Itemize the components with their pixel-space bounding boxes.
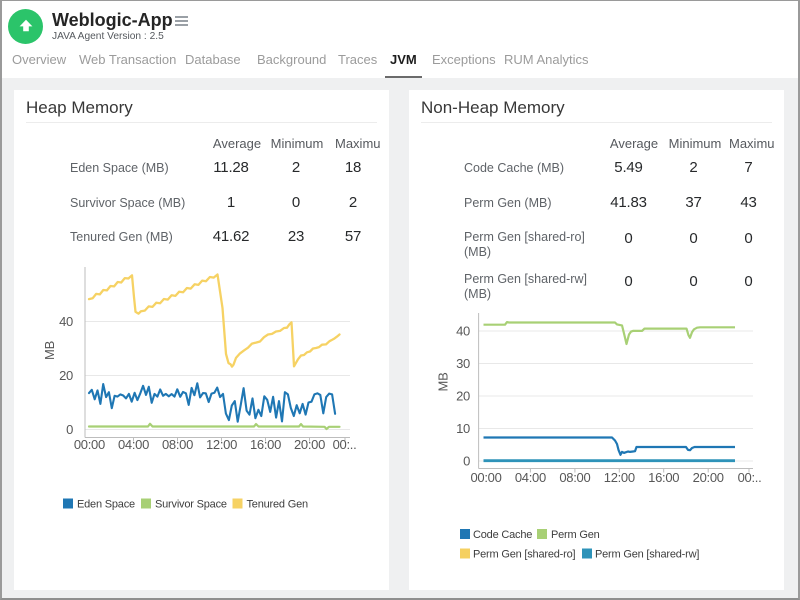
svg-text:Eden Space: Eden Space	[77, 499, 135, 511]
svg-text:04:00: 04:00	[515, 470, 546, 485]
svg-text:MB: MB	[42, 341, 57, 360]
svg-text:Perm Gen: Perm Gen	[551, 529, 600, 541]
svg-text:16:00: 16:00	[648, 470, 679, 485]
svg-text:08:00: 08:00	[559, 470, 590, 485]
svg-text:20: 20	[59, 368, 73, 383]
svg-text:00:..: 00:..	[738, 470, 762, 485]
svg-text:16:00: 16:00	[250, 437, 281, 452]
svg-text:Survivor Space: Survivor Space	[155, 499, 227, 511]
svg-text:0: 0	[66, 422, 73, 437]
svg-text:30: 30	[456, 356, 470, 371]
svg-text:MB: MB	[436, 373, 451, 392]
svg-text:Perm Gen [shared-ro]: Perm Gen [shared-ro]	[473, 549, 576, 561]
svg-text:Code Cache: Code Cache	[473, 529, 532, 541]
svg-text:12:00: 12:00	[206, 437, 237, 452]
svg-text:Perm Gen [shared-rw]: Perm Gen [shared-rw]	[595, 549, 699, 561]
svg-text:00:..: 00:..	[333, 437, 357, 452]
svg-text:40: 40	[456, 324, 470, 339]
svg-text:Tenured Gen: Tenured Gen	[247, 499, 308, 511]
svg-text:08:00: 08:00	[162, 437, 193, 452]
svg-text:20:00: 20:00	[693, 470, 724, 485]
svg-text:04:00: 04:00	[118, 437, 149, 452]
svg-text:40: 40	[59, 314, 73, 329]
svg-text:20:00: 20:00	[294, 437, 325, 452]
svg-text:20: 20	[456, 389, 470, 404]
svg-text:00:00: 00:00	[470, 470, 501, 485]
svg-text:00:00: 00:00	[74, 437, 105, 452]
svg-text:10: 10	[456, 421, 470, 436]
svg-text:12:00: 12:00	[604, 470, 635, 485]
svg-text:0: 0	[463, 454, 470, 469]
